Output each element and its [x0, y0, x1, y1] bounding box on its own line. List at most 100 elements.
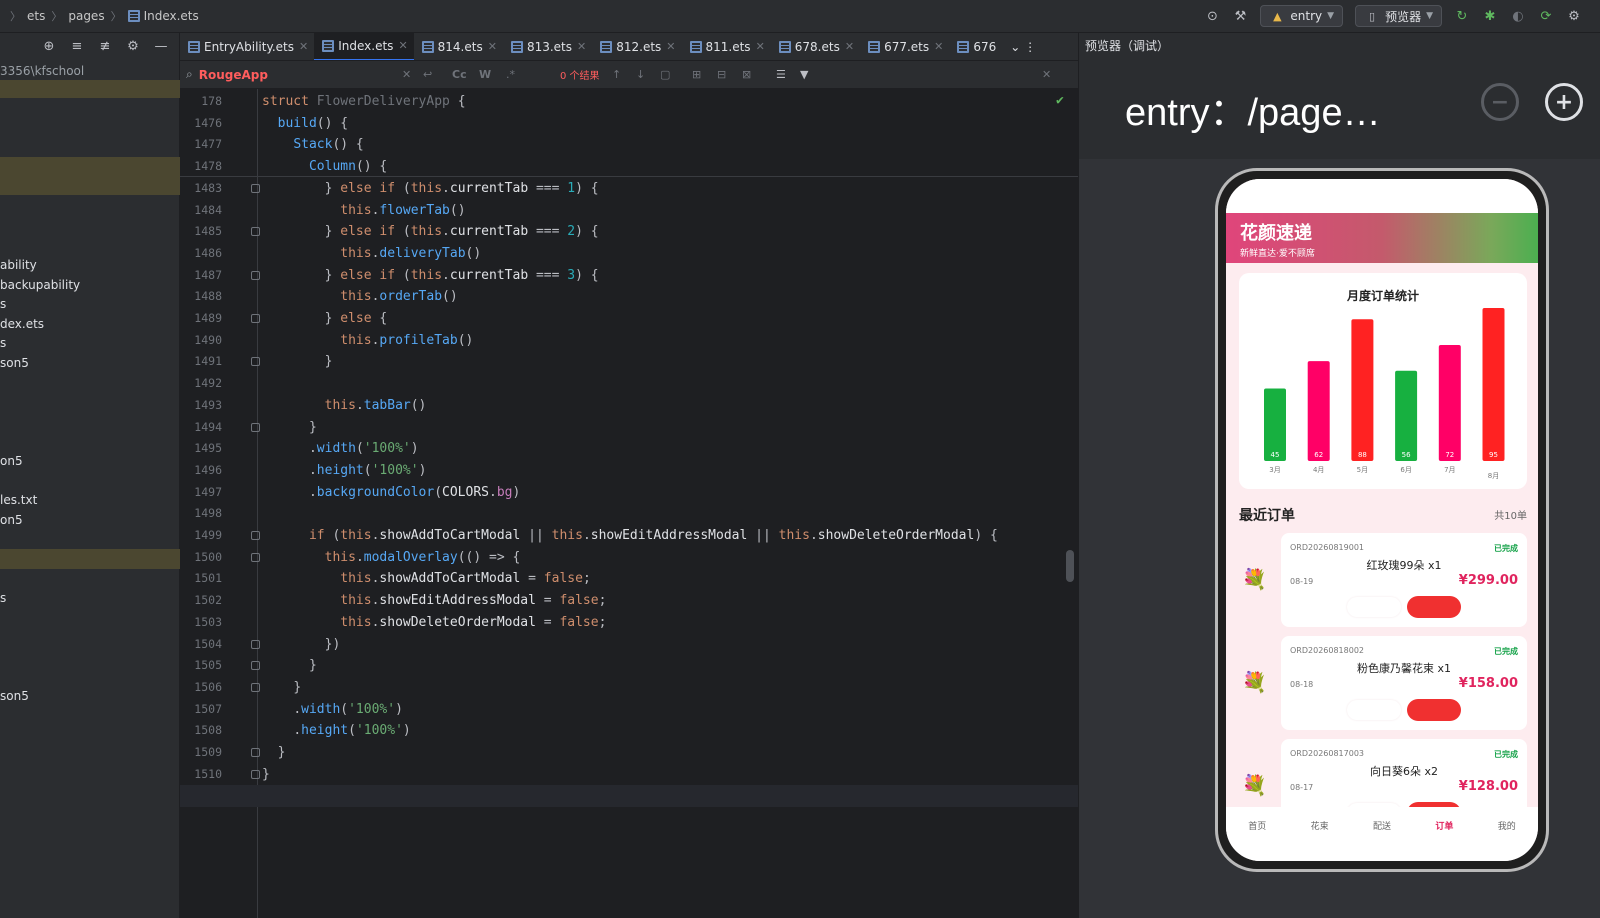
tab-678-ets[interactable]: 678.ets ✕ [771, 33, 860, 60]
refresh-icon[interactable]: ⟳ [1538, 8, 1554, 24]
profiler-icon[interactable]: ◐ [1510, 8, 1526, 24]
line-number[interactable]: 1477 [180, 134, 222, 156]
remove-selection-icon[interactable]: ⊟ [717, 68, 726, 81]
close-tab-icon[interactable]: ✕ [666, 40, 675, 53]
close-tab-icon[interactable]: ✕ [756, 40, 765, 53]
fold-marker-icon[interactable] [251, 422, 260, 432]
close-tab-icon[interactable]: ✕ [398, 39, 407, 52]
bottom-tab-3[interactable]: 订单 [1435, 819, 1453, 861]
order-secondary-button[interactable] [1347, 700, 1401, 720]
collapse-all-icon[interactable]: ≢ [97, 39, 113, 55]
filter-lines-icon[interactable]: ☰ [776, 68, 786, 81]
code-line[interactable]: this.showDeleteOrderModal = false; [262, 612, 606, 634]
filter-icon[interactable]: ▼ [800, 68, 808, 81]
regex-icon[interactable]: .* [506, 68, 515, 81]
match-case-icon[interactable]: Cc [452, 68, 467, 81]
code-line[interactable]: .width('100%') [262, 699, 403, 721]
tree-item[interactable]: son5 [0, 686, 180, 706]
code-line[interactable]: Column() { [262, 156, 387, 178]
line-number[interactable]: 1507 [180, 699, 222, 721]
debug-icon[interactable]: ✱ [1482, 8, 1498, 24]
close-tab-icon[interactable]: ✕ [577, 40, 586, 53]
fold-marker-icon[interactable] [251, 769, 260, 779]
tree-item[interactable]: on5 [0, 510, 180, 530]
line-number[interactable]: 1497 [180, 482, 222, 504]
code-line[interactable]: this.showEditAddressModal = false; [262, 590, 606, 612]
order-secondary-button[interactable] [1347, 597, 1401, 617]
line-number[interactable]: 1510 [180, 764, 222, 786]
history-icon[interactable]: ↩ [423, 68, 432, 81]
fold-marker-icon[interactable] [251, 270, 260, 280]
code-line[interactable]: } [262, 655, 317, 677]
close-tab-icon[interactable]: ✕ [845, 40, 854, 53]
line-number[interactable]: 1483 [180, 178, 222, 200]
page-route[interactable]: entry：/page… [1125, 81, 1381, 136]
fold-marker-icon[interactable] [251, 661, 260, 671]
tree-item[interactable]: les.txt [0, 490, 180, 510]
code-line[interactable]: .width('100%') [262, 438, 419, 460]
fold-marker-icon[interactable] [251, 227, 260, 237]
line-number[interactable]: 1488 [180, 286, 222, 308]
breadcrumb-item-pages[interactable]: pages [68, 9, 104, 23]
code-line[interactable]: } [262, 351, 333, 373]
code-line[interactable]: } else if (this.currentTab === 3) { [262, 265, 599, 287]
code-line[interactable]: } [262, 677, 301, 699]
code-line[interactable]: .height('100%') [262, 720, 410, 742]
vertical-scrollbar[interactable] [1066, 550, 1074, 582]
tab-entryability-ets[interactable]: EntryAbility.ets ✕ [180, 33, 314, 60]
tree-item[interactable]: s [0, 588, 180, 608]
line-number[interactable]: 1499 [180, 525, 222, 547]
tab-677-ets[interactable]: 677.ets ✕ [860, 33, 949, 60]
fold-marker-icon[interactable] [251, 639, 260, 649]
tree-item[interactable]: s [0, 294, 180, 314]
settings-icon[interactable]: ⚙ [1566, 8, 1582, 24]
code-line[interactable]: this.showAddToCartModal = false; [262, 568, 590, 590]
next-occurrence-icon[interactable]: ↓ [636, 68, 645, 81]
line-number[interactable]: 1502 [180, 590, 222, 612]
add-selection-icon[interactable]: ⊞ [692, 68, 701, 81]
line-number[interactable]: 1491 [180, 351, 222, 373]
line-number[interactable]: 1476 [180, 113, 222, 135]
zoom-in-icon[interactable]: + [1545, 83, 1583, 121]
clear-icon[interactable]: ✕ [402, 68, 411, 81]
line-number[interactable]: 1509 [180, 742, 222, 764]
line-number[interactable]: 1506 [180, 677, 222, 699]
line-number[interactable]: 1492 [180, 373, 222, 395]
expand-all-icon[interactable]: ≡ [69, 39, 85, 55]
order-card[interactable]: ORD20260818002 已完成 粉色康乃馨花束 x1 08-18 ¥158.00 [1281, 636, 1527, 730]
code-line[interactable]: this.deliveryTab() [262, 243, 481, 265]
code-line[interactable]: .backgroundColor(COLORS.bg) [262, 482, 520, 504]
tab-index-ets[interactable]: Index.ets ✕ [314, 33, 414, 60]
code-area[interactable]: 178 1476 1477 1478 1483 1484 1485 1486 1487 1488 1… [180, 89, 1078, 918]
order-card[interactable]: ORD20260819001 已完成 红玫瑰99朵 x1 08-19 ¥299.00 [1281, 533, 1527, 627]
line-number[interactable]: 1484 [180, 200, 222, 222]
code-line[interactable]: } [262, 417, 317, 439]
line-number[interactable]: 1505 [180, 655, 222, 677]
line-number[interactable]: 1489 [180, 308, 222, 330]
fold-marker-icon[interactable] [251, 552, 260, 562]
line-number[interactable]: 1508 [180, 720, 222, 742]
code-line[interactable]: this.tabBar() [262, 395, 427, 417]
tab-812-ets[interactable]: 812.ets ✕ [592, 33, 681, 60]
order-action-button[interactable] [1407, 596, 1461, 618]
tab-814-ets[interactable]: 814.ets ✕ [414, 33, 503, 60]
line-number[interactable]: 1493 [180, 395, 222, 417]
close-tab-icon[interactable]: ✕ [488, 40, 497, 53]
code-line[interactable]: } [262, 742, 286, 764]
locate-icon[interactable]: ⊕ [41, 39, 57, 55]
fold-marker-icon[interactable] [251, 531, 260, 540]
line-number[interactable]: 1478 [180, 156, 222, 178]
fold-marker-icon[interactable] [251, 682, 260, 692]
code-line[interactable]: } else if (this.currentTab === 1) { [262, 178, 599, 200]
close-tab-icon[interactable]: ✕ [934, 40, 943, 53]
gear-icon[interactable]: ⚙ [125, 39, 141, 55]
code-line[interactable]: this.orderTab() [262, 286, 457, 308]
code-line[interactable]: } else { [262, 308, 388, 330]
line-number[interactable]: 1487 [180, 265, 222, 287]
code-line[interactable]: build() { [262, 113, 348, 135]
tree-item[interactable]: on5 [0, 451, 180, 471]
tree-item[interactable]: ability [0, 255, 180, 275]
bottom-tab-0[interactable]: 首页 [1248, 819, 1266, 861]
tab-overflow-icon[interactable]: ⌄ ⋮ [1002, 33, 1042, 60]
code-line[interactable]: Stack() { [262, 134, 363, 156]
